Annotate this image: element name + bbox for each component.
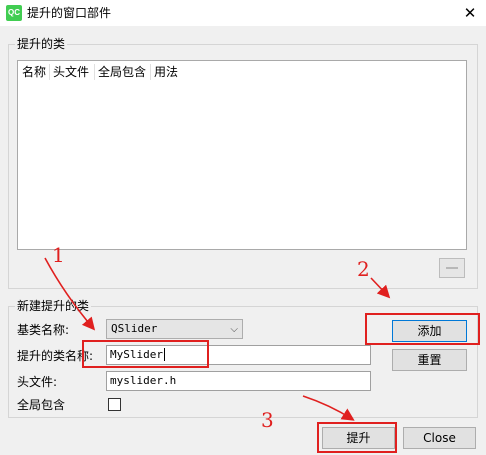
annotation-arrows: [44, 257, 391, 421]
arrow-to-class-name: [44, 257, 96, 331]
arrow-to-add-button: [370, 277, 391, 299]
arrow-to-promote-button: [302, 395, 355, 421]
